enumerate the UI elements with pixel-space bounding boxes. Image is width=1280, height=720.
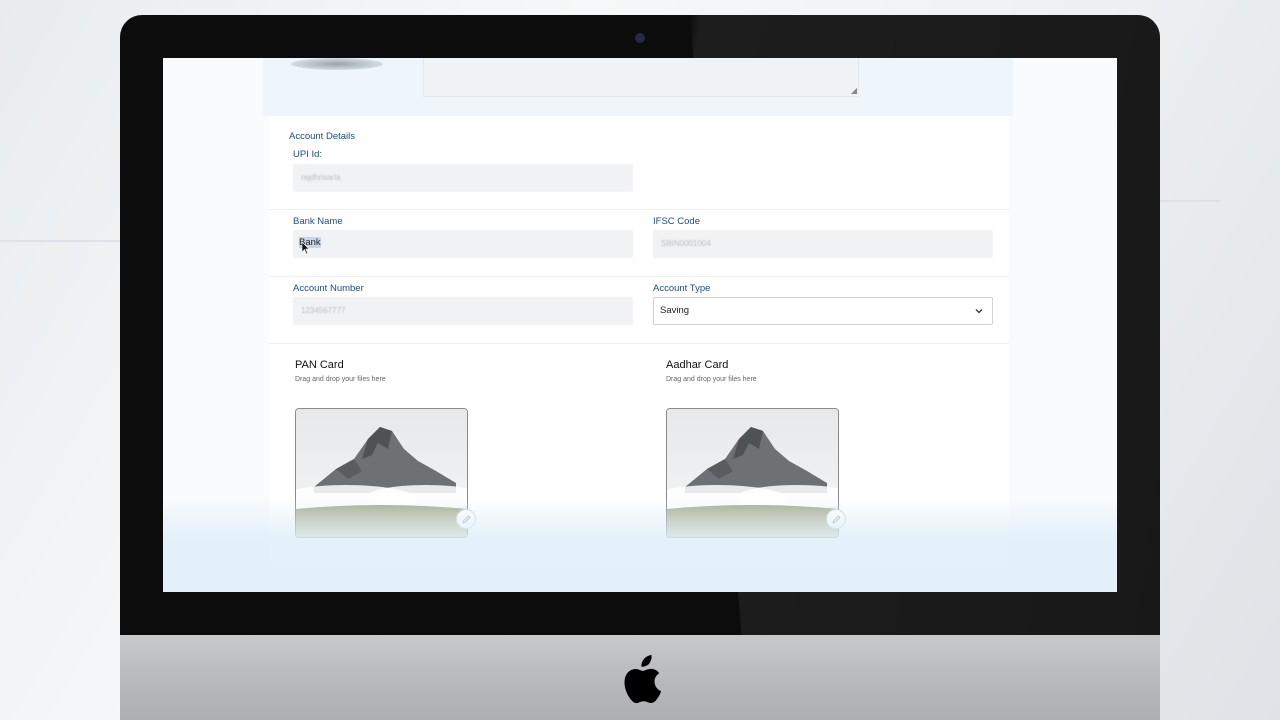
account-type-value: Saving [660, 305, 690, 316]
pencil-icon [832, 515, 841, 524]
pan-card-edit-button[interactable] [456, 509, 476, 529]
camera-icon [636, 34, 644, 42]
chevron-down-icon [975, 309, 983, 314]
background-decoration [1160, 200, 1220, 202]
resize-grip-icon[interactable]: ◢ [851, 86, 857, 95]
pan-card-dropzone[interactable] [295, 408, 468, 538]
account-type-select[interactable]: Saving [653, 297, 993, 325]
monitor-screen: ◢ Account Details UPI Id: rajdhrisarla B… [163, 58, 1117, 592]
account-number-input[interactable]: 1234567777 [293, 297, 633, 325]
divider [269, 209, 1009, 210]
mountain-image [667, 409, 838, 537]
aadhar-card-title: Aadhar Card [666, 359, 729, 371]
bank-name-label: Bank Name [293, 216, 343, 227]
background-decoration [0, 240, 120, 242]
ifsc-input[interactable]: SBIN0001004 [653, 230, 993, 258]
mountain-image [296, 409, 467, 537]
account-type-label: Account Type [653, 283, 711, 294]
pencil-icon [462, 515, 471, 524]
ifsc-label: IFSC Code [653, 216, 700, 227]
avatar [291, 58, 383, 70]
section-title: Account Details [289, 131, 356, 142]
bank-name-input[interactable]: Bank [293, 230, 633, 258]
pan-card-hint: Drag and drop your files here [295, 376, 386, 383]
upi-label: UPI Id: [293, 149, 323, 160]
address-textarea[interactable]: ◢ [423, 58, 859, 97]
mouse-cursor-icon [302, 242, 310, 254]
divider [269, 343, 1009, 344]
apple-logo [624, 655, 662, 704]
divider [269, 276, 1009, 277]
pan-card-title: PAN Card [295, 359, 344, 371]
aadhar-card-edit-button[interactable] [826, 509, 846, 529]
account-number-label: Account Number [293, 283, 364, 294]
aadhar-card-dropzone[interactable] [666, 408, 839, 538]
aadhar-card-hint: Drag and drop your files here [666, 376, 757, 383]
upi-input[interactable]: rajdhrisarla [293, 164, 633, 192]
